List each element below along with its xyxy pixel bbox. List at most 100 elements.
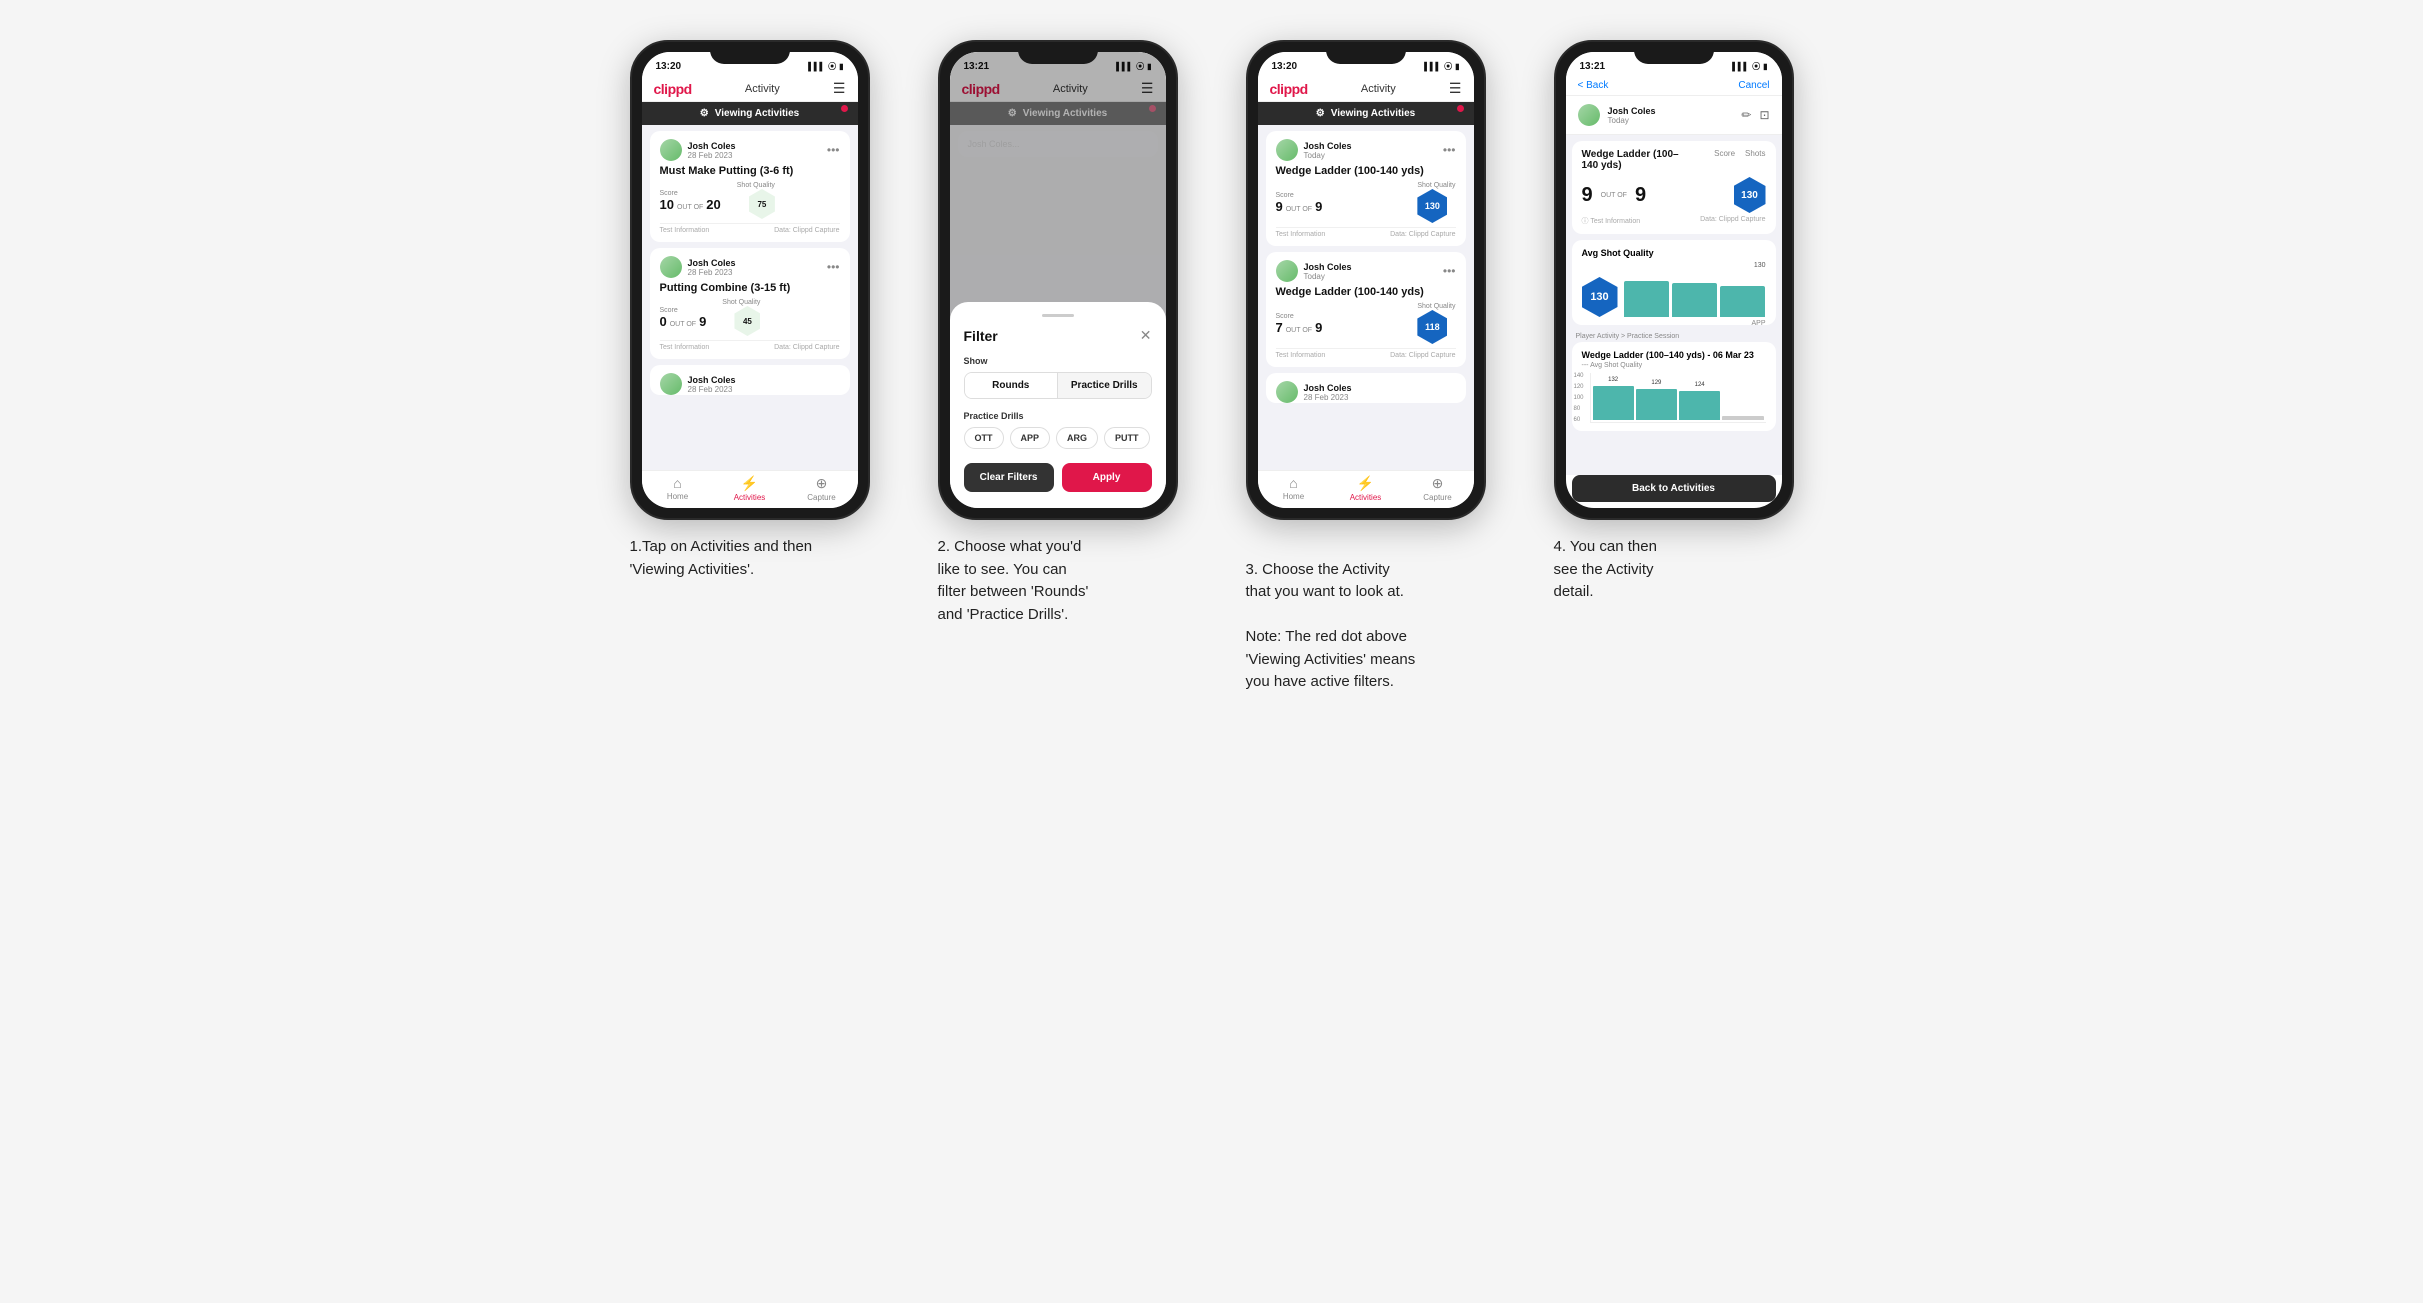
activity-title-1-2: Putting Combine (3-15 ft)	[660, 282, 840, 294]
dots-menu-1-1[interactable]: •••	[827, 143, 840, 157]
user-name-1-3: Josh Coles	[688, 375, 736, 385]
edit-icon-4[interactable]: ✏	[1741, 108, 1751, 122]
shots-value-3-2: 9	[1315, 320, 1322, 335]
nav-capture-label-3: Capture	[1423, 493, 1451, 502]
capture-icon-1: ⊕	[816, 475, 828, 492]
activity-title-3-2: Wedge Ladder (100-140 yds)	[1276, 286, 1456, 298]
rounds-toggle-btn[interactable]: Rounds	[965, 373, 1059, 398]
activity-title-3-1: Wedge Ladder (100-140 yds)	[1276, 165, 1456, 177]
viewing-activities-bar-3[interactable]: ⚙ Viewing Activities	[1258, 102, 1474, 125]
signal-icon-4: ▌▌▌	[1732, 62, 1749, 71]
phone-2-screen: 13:21 ▌▌▌ ⦿ ▮ clippd Activity ☰ ⚙ View	[950, 52, 1166, 508]
y-axis-4: 1401201008060	[1574, 373, 1584, 423]
red-dot-1	[841, 105, 848, 112]
card-header-3-1: Josh Coles Today •••	[1276, 139, 1456, 161]
outof-1-2: OUT OF	[670, 321, 696, 328]
shots-value-3-1: 9	[1315, 199, 1322, 214]
test-info-3-1: Test Information	[1276, 231, 1326, 238]
score-block-1-1: Score 10 OUT OF 20	[660, 190, 721, 212]
dots-menu-3-2[interactable]: •••	[1443, 264, 1456, 278]
dots-menu-1-2[interactable]: •••	[827, 260, 840, 274]
clear-filters-button[interactable]: Clear Filters	[964, 463, 1054, 492]
shots-big-4: 9	[1635, 184, 1646, 207]
apply-button[interactable]: Apply	[1062, 463, 1152, 492]
user-text-4: Josh Coles Today	[1608, 106, 1656, 125]
clippd-logo-3: clippd	[1270, 81, 1308, 97]
nav-activities-1[interactable]: ⚡ Activities	[714, 475, 786, 502]
outof-3-2: OUT OF	[1286, 327, 1312, 334]
stats-row-3-1: Score 9 OUT OF 9 Shot Quality 130	[1276, 182, 1456, 223]
bar-3-4	[1720, 286, 1765, 318]
score-block-1-2: Score 0 OUT OF 9	[660, 307, 707, 329]
mini-chart-4: 1401201008060 132 129 124	[1582, 373, 1766, 423]
user-date-1-3: 28 Feb 2023	[688, 385, 736, 394]
drill-session-title-4: Wedge Ladder (100–140 yds) - 06 Mar 23	[1582, 350, 1766, 360]
back-to-activities-btn[interactable]: Back to Activities	[1572, 475, 1776, 502]
activity-card-3-1[interactable]: Josh Coles Today ••• Wedge Ladder (100-1…	[1266, 131, 1466, 246]
nav-home-3[interactable]: ⌂ Home	[1258, 475, 1330, 502]
user-date-1-1: 28 Feb 2023	[688, 151, 736, 160]
phone-2-notch	[1018, 42, 1098, 64]
menu-icon-1[interactable]: ☰	[833, 80, 846, 97]
user-text-1-1: Josh Coles 28 Feb 2023	[688, 141, 736, 160]
drill-tag-ott[interactable]: OTT	[964, 427, 1004, 449]
chart-bars-4	[1624, 272, 1766, 317]
expand-icon-4[interactable]: ⊡	[1759, 108, 1769, 122]
sq-badge-3-2: 118	[1417, 310, 1447, 344]
avg-sq-dash-4: ---	[1582, 362, 1591, 369]
score-block-3-1: Score 9 OUT OF 9	[1276, 192, 1323, 214]
nav-activities-3[interactable]: ⚡ Activities	[1330, 475, 1402, 502]
phone-1-frame: 13:20 ▌▌▌ ⦿ ▮ clippd Activity ☰ ⚙ View	[630, 40, 870, 520]
filter-modal-overlay[interactable]: Filter ✕ Show Rounds Practice Drills Pra…	[950, 52, 1166, 508]
detail-header-4: < Back Cancel	[1566, 76, 1782, 96]
score-big-4: 9	[1582, 184, 1593, 207]
practice-drills-toggle-btn[interactable]: Practice Drills	[1058, 373, 1151, 398]
score-value-1-1: 10	[660, 197, 674, 212]
chart-x-label-4: APP	[1751, 320, 1765, 327]
card-header-3-3: Josh Coles 28 Feb 2023	[1276, 381, 1456, 403]
user-date-3-2: Today	[1304, 272, 1352, 281]
score-label-3-1: Score	[1276, 192, 1323, 199]
modal-close-button[interactable]: ✕	[1140, 327, 1152, 344]
user-text-3-2: Josh Coles Today	[1304, 262, 1352, 281]
score-shots-labels-4: Score Shots	[1714, 149, 1765, 171]
viewing-activities-label-3: Viewing Activities	[1331, 108, 1415, 119]
modal-actions: Clear Filters Apply	[964, 463, 1152, 492]
phone-2-frame: 13:21 ▌▌▌ ⦿ ▮ clippd Activity ☰ ⚙ View	[938, 40, 1178, 520]
bar-1-4	[1624, 281, 1669, 317]
nav-home-1[interactable]: ⌂ Home	[642, 475, 714, 502]
activity-card-1-1[interactable]: Josh Coles 28 Feb 2023 ••• Must Make Put…	[650, 131, 850, 242]
user-info-3-1: Josh Coles Today	[1276, 139, 1352, 161]
user-name-1-2: Josh Coles	[688, 258, 736, 268]
sq-block-1-2: Shot Quality 45	[722, 299, 760, 336]
menu-icon-3[interactable]: ☰	[1449, 80, 1462, 97]
activity-list-3: Josh Coles Today ••• Wedge Ladder (100-1…	[1258, 125, 1474, 470]
avatar-1-1	[660, 139, 682, 161]
drill-tag-putt[interactable]: PUTT	[1104, 427, 1150, 449]
back-button-4[interactable]: < Back	[1578, 80, 1609, 91]
viewing-activities-bar-1[interactable]: ⚙ Viewing Activities	[642, 102, 858, 125]
activity-card-3-2[interactable]: Josh Coles Today ••• Wedge Ladder (100-1…	[1266, 252, 1466, 367]
caption-4: 4. You can then see the Activity detail.	[1554, 536, 1794, 610]
outof-1-1: OUT OF	[677, 204, 703, 211]
header-center-1: Activity	[745, 83, 780, 95]
user-date-1-2: 28 Feb 2023	[688, 268, 736, 277]
dots-menu-3-1[interactable]: •••	[1443, 143, 1456, 157]
cancel-button-4[interactable]: Cancel	[1738, 80, 1769, 91]
stats-row-1-1: Score 10 OUT OF 20 Shot Quality 75	[660, 182, 840, 219]
activity-card-1-2[interactable]: Josh Coles 28 Feb 2023 ••• Putting Combi…	[650, 248, 850, 359]
detail-content-4: Wedge Ladder (100–140 yds) Score Shots 9	[1566, 135, 1782, 475]
test-info-1-1: Test Information	[660, 227, 710, 234]
drill-tag-arg[interactable]: ARG	[1056, 427, 1098, 449]
user-date-4: Today	[1608, 116, 1656, 125]
nav-capture-3[interactable]: ⊕ Capture	[1402, 475, 1474, 502]
nav-home-label-1: Home	[667, 492, 688, 501]
card-footer-1-1: Test Information Data: Clippd Capture	[660, 223, 840, 234]
session-drill-card-4[interactable]: Wedge Ladder (100–140 yds) - 06 Mar 23 -…	[1572, 342, 1776, 431]
avatar-1-2	[660, 256, 682, 278]
drill-tag-app[interactable]: APP	[1010, 427, 1051, 449]
data-source-3-2: Data: Clippd Capture	[1390, 352, 1455, 359]
wifi-icon-1: ⦿	[828, 61, 836, 72]
nav-home-label-3: Home	[1283, 492, 1304, 501]
nav-capture-1[interactable]: ⊕ Capture	[786, 475, 858, 502]
